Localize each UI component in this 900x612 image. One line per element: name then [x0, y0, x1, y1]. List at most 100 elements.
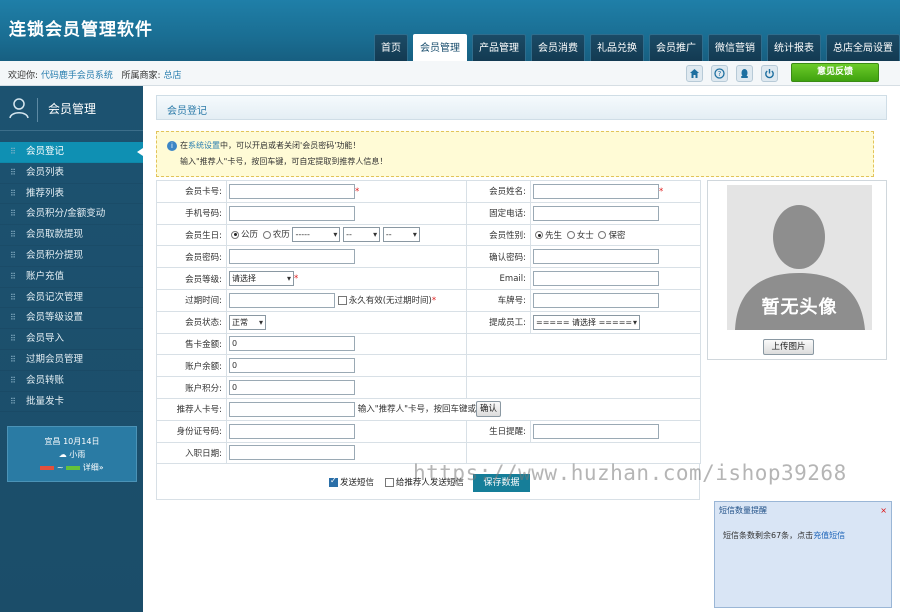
- top-nav: 首页 会员管理 产品管理 会员消费 礼品兑换 会员推广 微信营销 统计报表 总店…: [369, 34, 900, 61]
- send-ref-sms-checkbox[interactable]: [384, 478, 394, 487]
- weather-temp: ~ 详细»: [8, 461, 136, 474]
- help-icon[interactable]: ?: [711, 65, 728, 82]
- email-input[interactable]: [533, 271, 659, 287]
- secret-radio[interactable]: [598, 231, 607, 240]
- empty-cell: [466, 376, 701, 399]
- merchant-link[interactable]: 总店: [163, 71, 181, 81]
- gender-cell: 先生 女士 保密: [530, 223, 701, 247]
- tel-input[interactable]: [533, 205, 659, 221]
- grip-icon: ⠿: [10, 354, 16, 364]
- sms-body-text: 短信条数剩余67条，点击: [723, 531, 814, 540]
- expire-input[interactable]: [229, 292, 335, 308]
- weather-widget: 宜昌 10月14日 ☁ 小雨 ~ 详细»: [7, 426, 137, 482]
- temp-low-bar: [66, 465, 81, 470]
- grip-icon: ⠿: [10, 209, 16, 219]
- sidebar-item-points-change[interactable]: ⠿ 会员积分/金额变动: [0, 204, 143, 226]
- feedback-button[interactable]: 意见反馈: [791, 63, 879, 82]
- sidebar-item-transfer[interactable]: ⠿ 会员转账: [0, 371, 143, 392]
- sidebar-item-register[interactable]: ⠿ 会员登记: [0, 142, 143, 163]
- birth-year-select[interactable]: -----: [292, 227, 341, 243]
- sidebar-item-count-manage[interactable]: ⠿ 会员记次管理: [0, 288, 143, 309]
- weather-detail-link[interactable]: 详细»: [83, 463, 104, 472]
- email-label: Email:: [466, 267, 531, 290]
- nav-tab-home[interactable]: 首页: [374, 34, 408, 61]
- upload-photo-button[interactable]: 上传图片: [763, 339, 814, 355]
- staff-label: 提成员工:: [466, 310, 531, 334]
- birth-day-select[interactable]: --: [382, 227, 420, 243]
- nav-tab-member[interactable]: 会员管理: [413, 34, 467, 61]
- sidebar-item-withdraw[interactable]: ⠿ 会员取款提现: [0, 225, 143, 246]
- nav-tab-gift[interactable]: 礼品兑换: [590, 34, 644, 61]
- sidebar-title: 会员管理: [48, 102, 97, 116]
- sidebar-item-label: 会员导入: [26, 333, 65, 345]
- app-title: 连锁会员管理软件: [9, 20, 153, 40]
- power-icon[interactable]: [761, 65, 778, 82]
- referrer-input[interactable]: [229, 401, 355, 417]
- section-header: 会员登记: [156, 95, 887, 120]
- plate-cell: [530, 288, 701, 312]
- male-radio[interactable]: [535, 231, 543, 240]
- merchant-label: 所属商家:: [121, 71, 161, 81]
- sidebar-item-recharge[interactable]: ⠿ 账户充值: [0, 267, 143, 288]
- user-link[interactable]: 代码鹿手会员系统: [41, 71, 113, 81]
- level-select[interactable]: 请选择: [229, 271, 294, 287]
- sidebar-item-expired[interactable]: ⠿ 过期会员管理: [0, 350, 143, 371]
- permanent-checkbox[interactable]: [337, 295, 347, 305]
- balance-label: 账户余额:: [156, 354, 227, 378]
- confirm-referrer-button[interactable]: 确认: [476, 401, 502, 418]
- register-form: 会员卡号: * 会员姓名: * 手机号码: 固定电话: 会员生日: 公历 农历 …: [156, 180, 701, 465]
- balance-input[interactable]: 0: [229, 358, 355, 374]
- referrer-cell: 输入"推荐人"卡号，按回车键或 确认: [226, 397, 701, 421]
- join-input[interactable]: [229, 445, 355, 461]
- qq-icon[interactable]: [736, 65, 753, 82]
- secret-label: 保密: [608, 230, 626, 241]
- grip-icon: ⠿: [10, 375, 16, 385]
- sidebar-item-level-settings[interactable]: ⠿ 会员等级设置: [0, 308, 143, 330]
- weather-date: 宜昌 10月14日: [44, 437, 100, 446]
- sale-input[interactable]: 0: [229, 336, 355, 352]
- nav-tab-wechat[interactable]: 微信营销: [708, 34, 762, 61]
- system-settings-link[interactable]: 系统设置: [188, 141, 220, 150]
- required-mark: *: [431, 295, 437, 306]
- nav-tab-report[interactable]: 统计报表: [767, 34, 821, 61]
- referrer-hint: 输入"推荐人"卡号，按回车键或: [357, 404, 477, 415]
- sidebar-item-batch-card[interactable]: ⠿ 批量发卡: [0, 392, 143, 413]
- plate-input[interactable]: [533, 292, 659, 308]
- confirm-password-input[interactable]: [533, 249, 659, 265]
- close-icon[interactable]: ×: [880, 502, 887, 520]
- birth-month-select[interactable]: --: [343, 227, 381, 243]
- nav-tab-product[interactable]: 产品管理: [472, 34, 526, 61]
- required-mark: *: [355, 186, 360, 197]
- phone-input[interactable]: [229, 205, 355, 221]
- sidebar-item-member-list[interactable]: ⠿ 会员列表: [0, 163, 143, 184]
- info-bar: 欢迎你: 代码鹿手会员系统 所属商家: 总店 ?: [0, 61, 900, 86]
- staff-select[interactable]: ===== 请选择 =====: [533, 314, 640, 330]
- sidebar-item-referral-list[interactable]: ⠿ 推荐列表: [0, 184, 143, 205]
- points-input[interactable]: 0: [229, 380, 355, 396]
- id-input[interactable]: [229, 423, 355, 439]
- card-no-input[interactable]: [229, 183, 355, 199]
- section-title: 会员登记: [167, 106, 207, 117]
- sms-reminder-popup: 短信数量提醒 × 短信条数剩余67条，点击充值短信: [714, 501, 892, 608]
- sidebar-item-points-withdraw[interactable]: ⠿ 会员积分提现: [0, 246, 143, 267]
- female-radio[interactable]: [566, 231, 575, 240]
- nav-tab-consume[interactable]: 会员消费: [531, 34, 585, 61]
- bday-remind-input[interactable]: [533, 423, 659, 439]
- sidebar-item-label: 推荐列表: [26, 187, 65, 199]
- name-input[interactable]: [533, 183, 659, 199]
- recharge-sms-link[interactable]: 充值短信: [813, 531, 845, 540]
- nav-tab-settings[interactable]: 总店全局设置: [826, 34, 900, 61]
- status-select[interactable]: 正常: [229, 314, 266, 330]
- sidebar-item-import[interactable]: ⠿ 会员导入: [0, 329, 143, 350]
- lunar-radio[interactable]: [262, 230, 271, 239]
- nav-tab-promo[interactable]: 会员推广: [649, 34, 703, 61]
- level-label: 会员等级:: [156, 267, 227, 290]
- sidebar-item-label: 账户充值: [26, 270, 65, 282]
- password-input[interactable]: [229, 249, 355, 265]
- send-sms-checkbox[interactable]: [329, 476, 338, 487]
- no-avatar-text: 暂无头像: [761, 297, 838, 318]
- solar-radio[interactable]: [231, 230, 239, 239]
- temp-sep: ~: [56, 463, 64, 472]
- sidebar-item-label: 会员取款提现: [26, 229, 84, 241]
- home-icon[interactable]: [686, 65, 703, 82]
